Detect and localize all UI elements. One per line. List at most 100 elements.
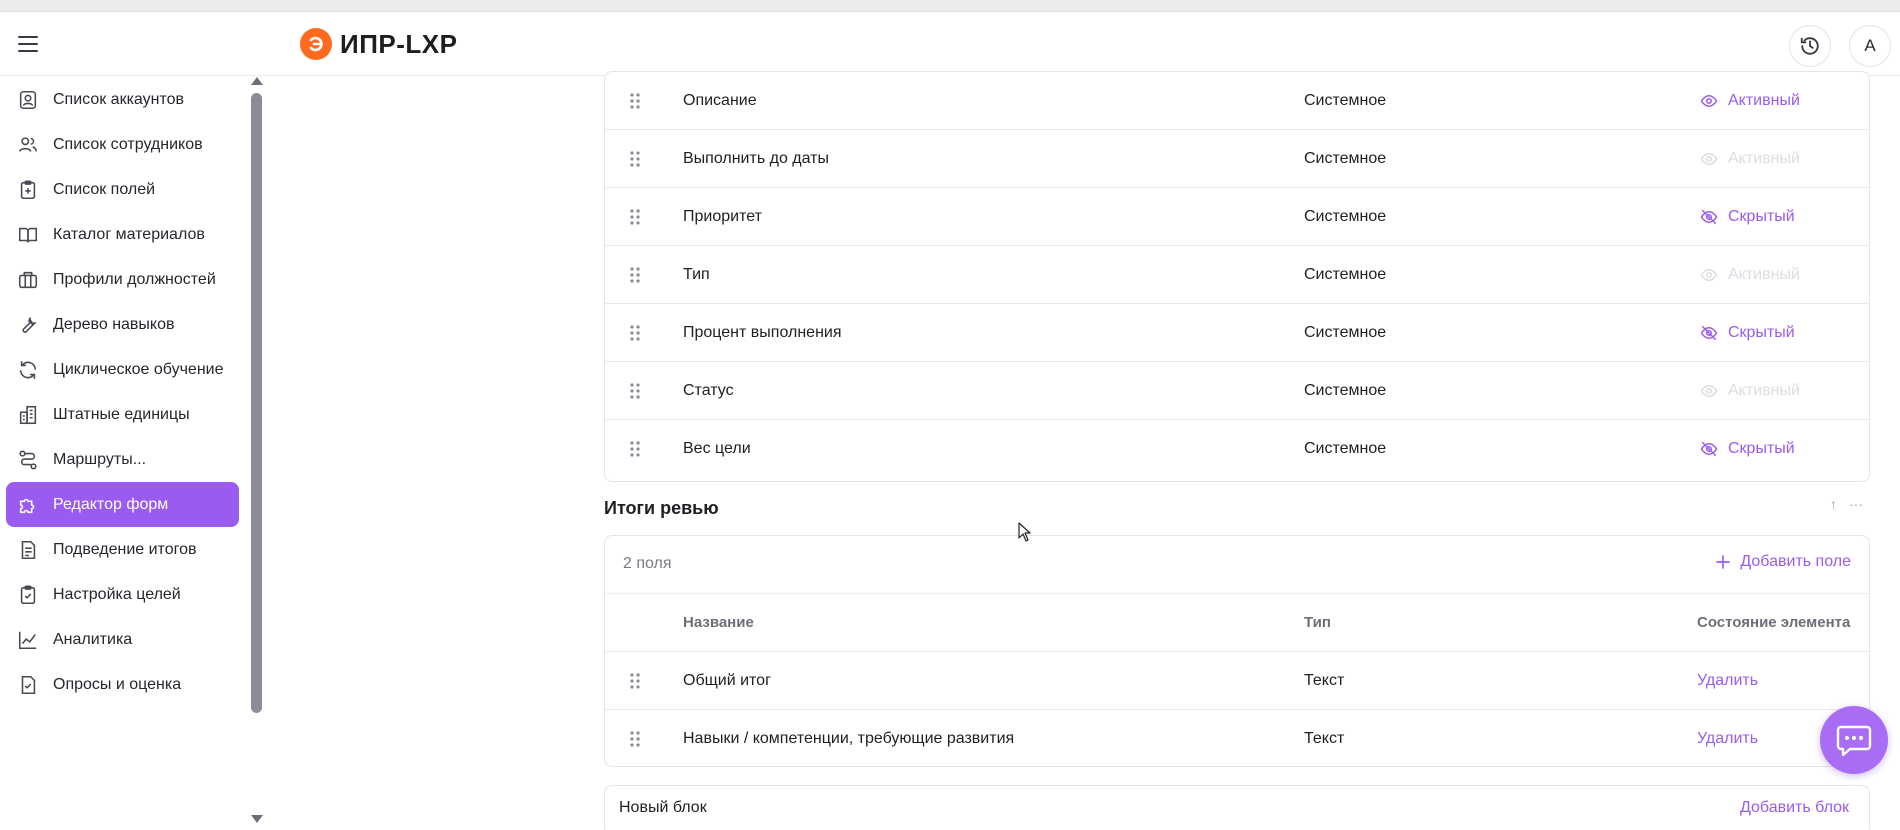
eye-off-icon <box>1699 207 1719 227</box>
column-header-type: Тип <box>1304 614 1331 631</box>
table-row: Вес цели Системное Скрытый <box>605 420 1869 478</box>
drag-handle-icon[interactable] <box>629 731 641 747</box>
column-header-name: Название <box>683 614 754 631</box>
clipboard-check-icon <box>16 583 40 607</box>
drag-handle-icon[interactable] <box>629 325 641 341</box>
table-row: Общий итог Текст Удалить <box>605 652 1869 710</box>
add-field-button[interactable]: Добавить поле <box>1714 553 1851 571</box>
field-name: Статус <box>683 381 734 399</box>
eye-icon <box>1699 381 1719 401</box>
field-name: Приоритет <box>683 207 762 225</box>
field-name: Вес цели <box>683 440 751 457</box>
scroll-down-icon[interactable] <box>251 815 263 823</box>
drag-handle-icon[interactable] <box>629 267 641 283</box>
field-type: Текст <box>1304 730 1345 747</box>
document-list-icon <box>16 538 40 562</box>
account-list-icon <box>16 88 40 112</box>
fields-count: 2 поля <box>623 555 672 572</box>
state-label: Скрытый <box>1728 440 1795 457</box>
sidebar-item-catalog[interactable]: Каталог материалов <box>6 212 239 257</box>
delete-button[interactable]: Удалить <box>1697 730 1758 748</box>
sidebar-item-label: Профили должностей <box>53 270 216 288</box>
menu-icon[interactable] <box>12 30 44 58</box>
chat-button[interactable] <box>1820 706 1888 774</box>
add-block-button[interactable]: Добавить блок <box>1740 799 1849 817</box>
drag-handle-icon[interactable] <box>629 673 641 689</box>
field-name: Общий итог <box>683 671 771 689</box>
sidebar-item-label: Список аккаунтов <box>53 90 185 108</box>
app-logo[interactable]: ИПР-LXP <box>300 27 457 61</box>
users-icon <box>16 133 40 157</box>
eye-icon <box>1699 149 1719 169</box>
sidebar-scrollbar[interactable] <box>249 77 265 830</box>
sidebar-item-staff-units[interactable]: Штатные единицы <box>6 392 239 437</box>
state-toggle[interactable]: Активный <box>1699 91 1800 111</box>
sidebar: Список аккаунтов Список сотрудников Спис… <box>0 77 268 830</box>
table-row: Навыки / компетенции, требующие развития… <box>605 710 1869 766</box>
column-header-state: Состояние элемента <box>1697 614 1851 631</box>
table-row: Приоритет Системное Скрытый <box>605 188 1869 246</box>
sidebar-item-routes[interactable]: Маршруты... <box>6 437 239 482</box>
field-type: Системное <box>1304 381 1387 399</box>
sidebar-item-goals-settings[interactable]: Настройка целей <box>6 572 239 617</box>
field-type: Системное <box>1304 149 1387 167</box>
clipboard-plus-icon <box>16 178 40 202</box>
sidebar-item-label: Маршруты... <box>53 450 147 468</box>
more-icon[interactable]: ··· <box>1849 496 1863 512</box>
logo-mark-icon <box>300 28 332 60</box>
sidebar-item-summary[interactable]: Подведение итогов <box>6 527 239 572</box>
history-button[interactable] <box>1789 25 1831 67</box>
refresh-icon <box>16 358 40 382</box>
sidebar-item-employees[interactable]: Список сотрудников <box>6 122 239 167</box>
state-toggle[interactable]: Скрытый <box>1699 207 1795 227</box>
state-label: Активный <box>1728 149 1800 167</box>
drag-handle-icon[interactable] <box>629 93 641 109</box>
sidebar-item-label: Аналитика <box>53 630 133 648</box>
goals-fields-table: Описание Системное Активный Выполнить до… <box>604 71 1870 482</box>
review-table-toolbar: 2 поля Добавить поле <box>605 536 1869 594</box>
field-type: Системное <box>1304 265 1387 283</box>
sidebar-item-fields[interactable]: Список полей <box>6 167 239 212</box>
building-icon <box>16 403 40 427</box>
state-label: Активный <box>1728 265 1800 283</box>
sidebar-item-skills-tree[interactable]: Дерево навыков <box>6 302 239 347</box>
drag-handle-icon[interactable] <box>629 441 641 457</box>
table-row: Статус Системное Активный <box>605 362 1869 420</box>
sidebar-item-surveys[interactable]: Опросы и оценка <box>6 662 239 707</box>
sidebar-item-label: Список сотрудников <box>53 135 203 153</box>
section-actions: ↑ ··· <box>1830 496 1863 512</box>
sidebar-item-cyclic-learning[interactable]: Циклическое обучение <box>6 347 239 392</box>
state-label: Активный <box>1728 381 1800 399</box>
state-toggle[interactable]: Скрытый <box>1699 323 1795 343</box>
scrollbar-thumb[interactable] <box>251 93 262 713</box>
delete-button[interactable]: Удалить <box>1697 672 1758 690</box>
drag-handle-icon[interactable] <box>629 209 641 225</box>
table-row: Выполнить до даты Системное Активный <box>605 130 1869 188</box>
sidebar-item-form-editor[interactable]: Редактор форм <box>6 482 239 527</box>
eye-off-icon <box>1699 323 1719 343</box>
new-block-card: Новый блок Добавить блок <box>604 785 1870 830</box>
field-name: Навыки / компетенции, требующие развития <box>683 730 1015 747</box>
drag-handle-icon[interactable] <box>629 151 641 167</box>
field-type: Системное <box>1304 91 1387 109</box>
history-icon <box>1800 37 1819 55</box>
eye-icon <box>1699 91 1719 111</box>
sidebar-item-profiles[interactable]: Профили должностей <box>6 257 239 302</box>
sidebar-item-analytics[interactable]: Аналитика <box>6 617 239 662</box>
state-toggle[interactable]: Скрытый <box>1699 439 1795 459</box>
field-name: Тип <box>683 265 710 283</box>
field-type: Системное <box>1304 440 1387 457</box>
add-field-label: Добавить поле <box>1740 553 1851 570</box>
field-name: Описание <box>683 91 757 109</box>
state-toggle: Активный <box>1699 149 1800 169</box>
drag-handle-icon[interactable] <box>629 383 641 399</box>
scroll-up-icon[interactable] <box>251 77 263 85</box>
logo-text: ИПР-LXP <box>340 28 458 59</box>
book-icon <box>16 223 40 247</box>
sidebar-item-label: Подведение итогов <box>53 540 197 558</box>
table-row: Процент выполнения Системное Скрытый <box>605 304 1869 362</box>
sidebar-item-accounts[interactable]: Список аккаунтов <box>6 77 239 122</box>
avatar-button[interactable]: А <box>1849 25 1891 67</box>
move-up-icon[interactable]: ↑ <box>1830 496 1837 512</box>
eye-icon <box>1699 265 1719 285</box>
